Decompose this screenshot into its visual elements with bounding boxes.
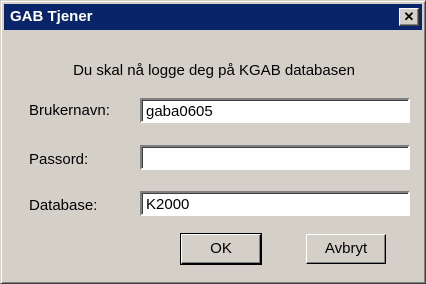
password-field[interactable] (140, 145, 410, 170)
dialog-title: GAB Tjener (10, 8, 93, 25)
login-message: Du skal nå logge deg på KGAB databasen (73, 62, 355, 79)
password-label: Passord: (29, 151, 89, 168)
login-dialog: GAB Tjener ✕ Du skal nå logge deg på KGA… (0, 0, 426, 284)
username-label: Brukernavn: (29, 102, 110, 119)
ok-button[interactable]: OK (180, 233, 262, 265)
close-icon[interactable]: ✕ (399, 8, 419, 26)
title-bar: GAB Tjener ✕ (4, 4, 422, 30)
username-field[interactable]: gaba0605 (140, 98, 410, 123)
database-field[interactable]: K2000 (140, 191, 410, 216)
database-label: Database: (29, 197, 98, 214)
cancel-button[interactable]: Avbryt (306, 234, 386, 264)
